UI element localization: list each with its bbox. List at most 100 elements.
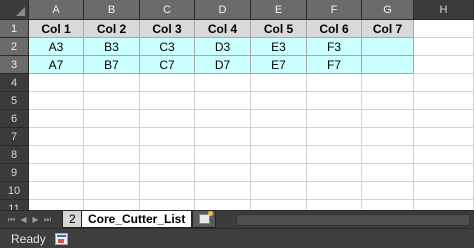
cell-a1[interactable]: Col 1	[29, 20, 84, 38]
column-header-a[interactable]: A	[29, 0, 84, 20]
cell-g7[interactable]	[362, 128, 414, 146]
cell-a9[interactable]	[29, 164, 84, 182]
cell-f11[interactable]	[307, 200, 362, 210]
sheet-tab-2[interactable]: 2	[62, 211, 83, 228]
column-header-b[interactable]: B	[84, 0, 140, 20]
cell-h2[interactable]	[414, 38, 474, 56]
cell-d2[interactable]: D3	[195, 38, 251, 56]
cell-d8[interactable]	[195, 146, 251, 164]
cell-d3[interactable]: D7	[195, 56, 251, 74]
cell-e6[interactable]	[251, 110, 307, 128]
row-header-8[interactable]: 8	[0, 146, 29, 164]
cell-d9[interactable]	[195, 164, 251, 182]
cell-e5[interactable]	[251, 92, 307, 110]
cell-e11[interactable]	[251, 200, 307, 210]
cell-c8[interactable]	[140, 146, 195, 164]
row-header-2[interactable]: 2	[0, 38, 29, 56]
row-header-11[interactable]: 11	[0, 200, 29, 210]
cell-d4[interactable]	[195, 74, 251, 92]
cell-b2[interactable]: B3	[84, 38, 140, 56]
cell-b9[interactable]	[84, 164, 140, 182]
cell-a6[interactable]	[29, 110, 84, 128]
cell-f5[interactable]	[307, 92, 362, 110]
cell-c4[interactable]	[140, 74, 195, 92]
cell-d11[interactable]	[195, 200, 251, 210]
cell-b3[interactable]: B7	[84, 56, 140, 74]
cell-b10[interactable]	[84, 182, 140, 200]
cell-c9[interactable]	[140, 164, 195, 182]
cell-b6[interactable]	[84, 110, 140, 128]
select-all-button[interactable]	[0, 0, 29, 20]
cell-g3[interactable]	[362, 56, 414, 74]
cell-e2[interactable]: E3	[251, 38, 307, 56]
cell-c11[interactable]	[140, 200, 195, 210]
cell-a7[interactable]	[29, 128, 84, 146]
cell-a8[interactable]	[29, 146, 84, 164]
cell-a4[interactable]	[29, 74, 84, 92]
cell-e7[interactable]	[251, 128, 307, 146]
column-header-f[interactable]: F	[307, 0, 362, 20]
cell-f8[interactable]	[307, 146, 362, 164]
cell-c3[interactable]: C7	[140, 56, 195, 74]
cell-e4[interactable]	[251, 74, 307, 92]
insert-sheet-button[interactable]	[192, 211, 216, 228]
row-header-3[interactable]: 3	[0, 56, 29, 74]
cell-f6[interactable]	[307, 110, 362, 128]
last-sheet-icon[interactable]: ⏭	[42, 213, 53, 226]
row-header-10[interactable]: 10	[0, 182, 29, 200]
cell-h7[interactable]	[414, 128, 474, 146]
cell-h10[interactable]	[414, 182, 474, 200]
cell-d10[interactable]	[195, 182, 251, 200]
row-header-1[interactable]: 1	[0, 20, 29, 38]
row-header-9[interactable]: 9	[0, 164, 29, 182]
cell-h9[interactable]	[414, 164, 474, 182]
cell-b7[interactable]	[84, 128, 140, 146]
cell-h4[interactable]	[414, 74, 474, 92]
sheet-tab-core-cutter-list[interactable]: Core_Cutter_List	[81, 211, 193, 228]
cell-f9[interactable]	[307, 164, 362, 182]
row-header-5[interactable]: 5	[0, 92, 29, 110]
cell-e3[interactable]: E7	[251, 56, 307, 74]
cell-b5[interactable]	[84, 92, 140, 110]
cell-g2[interactable]	[362, 38, 414, 56]
cell-c6[interactable]	[140, 110, 195, 128]
cell-f2[interactable]: F3	[307, 38, 362, 56]
cell-h5[interactable]	[414, 92, 474, 110]
cell-c2[interactable]: C3	[140, 38, 195, 56]
cell-b1[interactable]: Col 2	[84, 20, 140, 38]
cell-g8[interactable]	[362, 146, 414, 164]
cell-c10[interactable]	[140, 182, 195, 200]
cell-a11[interactable]	[29, 200, 84, 210]
column-header-g[interactable]: G	[362, 0, 414, 20]
cell-c1[interactable]: Col 3	[140, 20, 195, 38]
cell-f3[interactable]: F7	[307, 56, 362, 74]
first-sheet-icon[interactable]: ⏮	[6, 213, 17, 226]
spreadsheet-grid[interactable]: A B C D E F G H 1 2 3 4 5 6 7 8 9 10 11 …	[0, 0, 474, 210]
cell-c5[interactable]	[140, 92, 195, 110]
horizontal-scrollbar[interactable]	[236, 214, 470, 226]
cell-h11[interactable]	[414, 200, 474, 210]
column-header-d[interactable]: D	[195, 0, 251, 20]
cell-g10[interactable]	[362, 182, 414, 200]
cell-e10[interactable]	[251, 182, 307, 200]
cell-f7[interactable]	[307, 128, 362, 146]
cell-a5[interactable]	[29, 92, 84, 110]
column-header-e[interactable]: E	[251, 0, 307, 20]
row-header-4[interactable]: 4	[0, 74, 29, 92]
row-header-7[interactable]: 7	[0, 128, 29, 146]
cell-d7[interactable]	[195, 128, 251, 146]
cell-g9[interactable]	[362, 164, 414, 182]
cell-e8[interactable]	[251, 146, 307, 164]
cell-f1[interactable]: Col 6	[307, 20, 362, 38]
cell-e9[interactable]	[251, 164, 307, 182]
cell-b8[interactable]	[84, 146, 140, 164]
cell-g5[interactable]	[362, 92, 414, 110]
cell-g4[interactable]	[362, 74, 414, 92]
cell-d1[interactable]: Col 4	[195, 20, 251, 38]
cell-f4[interactable]	[307, 74, 362, 92]
column-header-c[interactable]: C	[140, 0, 195, 20]
cell-d6[interactable]	[195, 110, 251, 128]
next-sheet-icon[interactable]: ▶	[30, 213, 41, 226]
cell-h6[interactable]	[414, 110, 474, 128]
cell-g6[interactable]	[362, 110, 414, 128]
